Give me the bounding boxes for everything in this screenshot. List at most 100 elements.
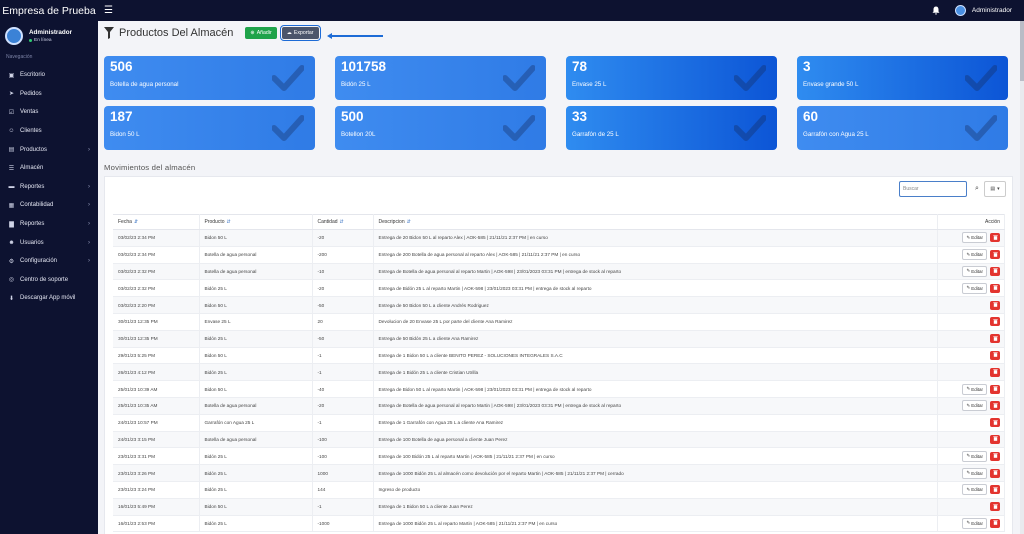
header-cantidad[interactable]: Cantidad ⇵ [312,214,374,230]
edit-button[interactable]: ✎ Editar [962,484,987,496]
top-user-name[interactable]: Administrador [972,7,1012,14]
cell-descripcion: Entrega de 1 Garrafón con Agua 25 L a cl… [373,414,938,432]
sidebar-item-label: Centro de soporte [20,276,69,283]
cell-cantidad: -100 [312,431,374,449]
sidebar-item-label: Descargar App móvil [20,295,76,302]
edit-button[interactable]: ✎ Editar [962,400,987,412]
cell-accion: ✎ Editar [937,447,1005,466]
header-producto[interactable]: Producto ⇵ [199,214,313,230]
search-icon[interactable]: ⌕ [970,181,984,197]
sidebar-item-escritorio[interactable]: ▣ Escritorio [0,66,98,85]
trash-icon [992,285,998,291]
delete-button[interactable] [990,485,1000,495]
delete-button[interactable] [990,233,1000,243]
edit-label: Editar [971,470,983,476]
delete-button[interactable] [990,367,1000,377]
row-actions: ✎ Editar [943,467,1000,479]
sidebar-item-productos[interactable]: ▤ Productos › [0,140,98,159]
delete-button[interactable] [990,300,1000,310]
sidebar-item-label: Reportes [20,221,45,228]
search-input[interactable]: Buscar [899,181,967,197]
cell-cantidad: 20 [312,313,374,331]
delete-button[interactable] [990,502,1000,512]
delete-button[interactable] [990,317,1000,327]
delete-button[interactable] [990,283,1000,293]
header-descripcion[interactable]: Descripcion ⇵ [373,214,938,230]
edit-button[interactable]: ✎ Editar [962,282,987,294]
header-fecha[interactable]: Fecha ⇵ [113,214,200,230]
section-title: Movimientos del almacén [104,163,196,172]
trash-icon [992,235,998,241]
chevron-right-icon: › [88,221,90,228]
menu-toggle-icon[interactable]: ☰ [104,5,113,16]
delete-button[interactable] [990,266,1000,276]
columns-button[interactable]: ▤ ▾ [984,181,1006,197]
delete-button[interactable] [990,401,1000,411]
sidebar-item-almac-n[interactable]: ☰ Almacén [0,159,98,178]
sidebar-item-descargar-app-m-vil[interactable]: ⬇ Descargar App móvil [0,289,98,308]
check-icon [503,65,535,91]
delete-button[interactable] [990,418,1000,428]
edit-button[interactable]: ✎ Editar [962,265,987,277]
sidebar-user-name: Administrador [29,29,73,36]
edit-button[interactable]: ✎ Editar [962,383,987,395]
sidebar-item-label: Contabilidad [20,202,54,209]
cell-fecha: 16/01/23 2:53 PM [113,515,200,533]
movements-table: Fecha ⇵ Producto ⇵ Cantidad ⇵ Descripcion ⇵ … [113,214,1005,533]
cell-producto: Bidón 25 L [199,279,313,298]
sidebar-item-configuraci-n[interactable]: ⚙ Configuración › [0,252,98,271]
delete-button[interactable] [990,384,1000,394]
cell-fecha: 03/02/23 2:32 PM [113,279,200,298]
sidebar-item-centro-de-soporte[interactable]: ◎ Centro de soporte [0,271,98,290]
edit-button[interactable]: ✎ Editar [962,232,987,244]
bell-icon[interactable] [931,6,941,16]
add-button[interactable]: ⊕ Añadir [245,27,277,39]
stat-card: 60 Garrafón con Agua 25 L [797,106,1008,150]
delete-button[interactable] [990,434,1000,444]
delete-button[interactable] [990,518,1000,528]
user-avatar-icon[interactable] [954,5,966,16]
delete-button[interactable] [990,451,1000,461]
edit-button[interactable]: ✎ Editar [962,467,987,479]
stat-card: 3 Envase grande 50 L [797,56,1008,100]
sidebar-item-ventas[interactable]: ☑ Ventas [0,103,98,122]
pencil-icon: ✎ [966,520,971,526]
sidebar-item-usuarios[interactable]: ☻ Usuarios › [0,233,98,252]
avatar [5,27,23,45]
chevron-right-icon: › [88,183,90,190]
sidebar-item-reportes[interactable]: ▇ Reportes › [0,215,98,234]
table-row: 16/01/23 5:49 PM Bidon 50 L -1 Entrega de 1… [113,498,1005,516]
delete-button[interactable] [990,350,1000,360]
brand-name[interactable]: Empresa de Prueba [0,5,98,17]
delete-button[interactable] [990,250,1000,260]
main-content: Productos Del Almacén ⊕ Añadir ☁ Exportar … [98,21,1024,534]
sidebar-item-contabilidad[interactable]: ▦ Contabilidad › [0,196,98,215]
export-button[interactable]: ☁ Exportar [279,25,321,41]
cell-accion: ✎ Editar [937,515,1005,533]
pencil-icon: ✎ [966,268,971,274]
support-icon: ◎ [8,277,15,284]
page-scrollbar[interactable] [1020,21,1024,534]
sidebar-item-pedidos[interactable]: ➤ Pedidos [0,85,98,104]
delete-button[interactable] [990,334,1000,344]
row-actions: ✎ Editar [943,249,1000,261]
trash-icon [992,436,998,442]
columns-icon: ▤ [990,186,996,192]
edit-button[interactable]: ✎ Editar [962,249,987,261]
edit-button[interactable]: ✎ Editar [962,450,987,462]
delete-button[interactable] [990,468,1000,478]
cell-accion: ✎ Editar [937,279,1005,298]
box-icon: ▤ [8,147,15,154]
sidebar-item-label: Pedidos [20,90,42,97]
add-label: Añadir [256,30,272,36]
table-row: 26/01/23 4:12 PM Bidón 25 L -1 Entrega de 1… [113,363,1005,382]
stat-cards: 506 Botella de agua personal 101758 Bidón 2… [104,56,1017,150]
cell-descripcion: Entrega de 1 Bidon 50 L a cliente BENITO… [373,347,938,365]
edit-button[interactable]: ✎ Editar [962,517,987,529]
check-icon [272,65,304,91]
sidebar-item-clientes[interactable]: ☺ Clientes [0,122,98,141]
sidebar-item-reportes[interactable]: ▬ Reportes › [0,178,98,197]
table-row: 24/01/23 3:15 PM Botella de agua personal… [113,431,1005,449]
scrollbar-thumb[interactable] [1020,21,1024,81]
cell-descripcion: Entrega de 1 Bidon 50 L a cliente Juan P… [373,498,938,516]
